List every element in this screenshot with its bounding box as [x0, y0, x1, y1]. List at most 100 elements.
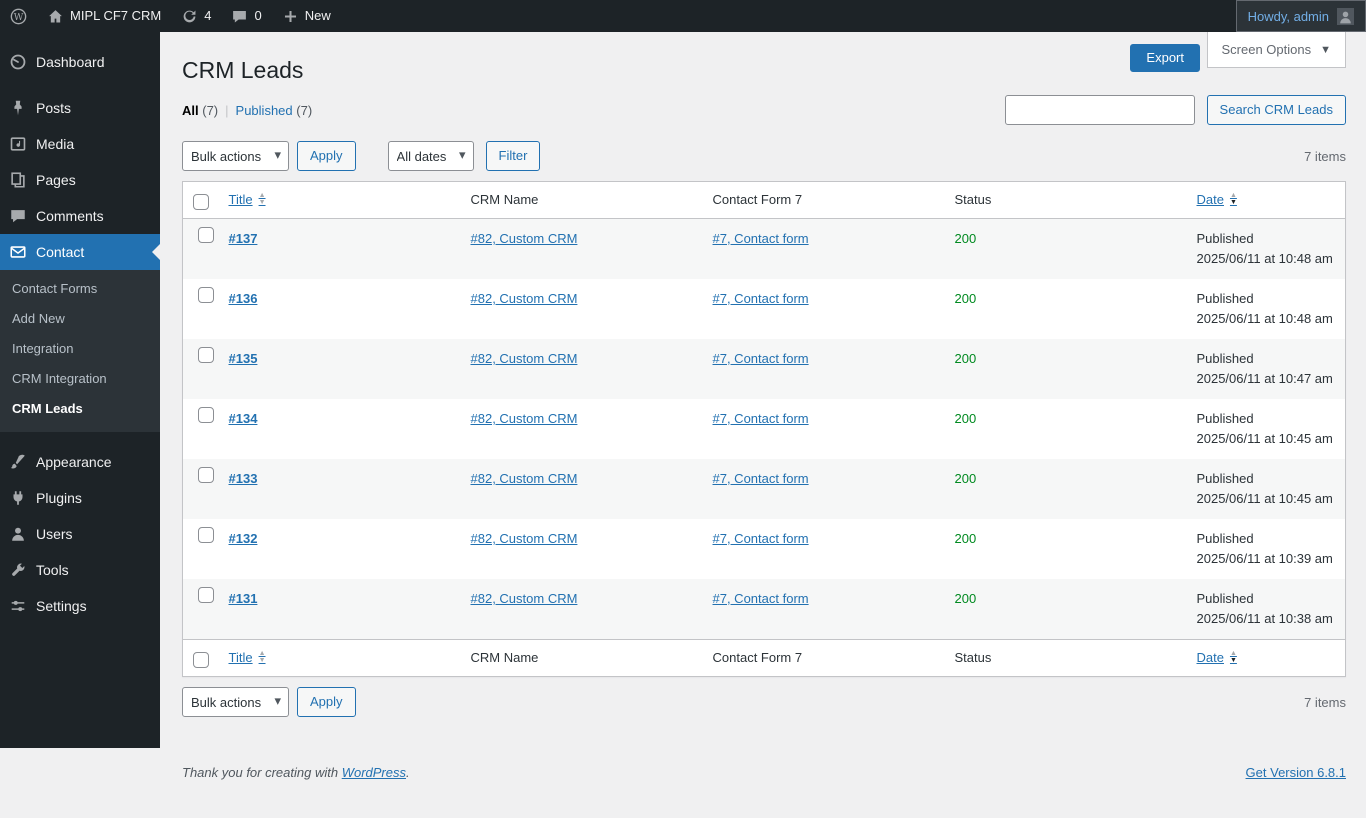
- bulk-actions-select-wrap-bottom: Bulk actions: [182, 687, 289, 717]
- comments-bubble-icon: [231, 8, 248, 25]
- date-filter-group: All dates Filter: [387, 141, 541, 171]
- crm-name-link[interactable]: #82, Custom CRM: [471, 471, 578, 486]
- dates-select[interactable]: All dates: [387, 141, 474, 171]
- lead-title-link[interactable]: #135: [229, 351, 258, 366]
- sort-arrows-icon: ▲ ▼: [258, 650, 266, 664]
- sidebar-item-contact-forms[interactable]: Contact Forms: [0, 274, 160, 304]
- sort-title-link-bottom[interactable]: Title ▲ ▼: [229, 649, 266, 667]
- select-all-checkbox-bottom[interactable]: [193, 651, 209, 668]
- sidebar-item-media[interactable]: Media: [0, 126, 160, 162]
- view-all-link[interactable]: All (7): [182, 103, 218, 118]
- updates-icon: [181, 8, 198, 25]
- wordpress-logo-menu[interactable]: W: [0, 0, 37, 32]
- sidebar-item-tools[interactable]: Tools: [0, 552, 160, 588]
- lead-title-link[interactable]: #131: [229, 591, 258, 606]
- table-row: #131 #82, Custom CRM #7, Contact form 20…: [182, 579, 1346, 640]
- export-button[interactable]: Export: [1130, 44, 1200, 72]
- sidebar-item-plugins[interactable]: Plugins: [0, 480, 160, 516]
- sidebar-item-crm-integration[interactable]: CRM Integration: [0, 364, 160, 394]
- plus-icon: [282, 8, 299, 25]
- menu-separator: [0, 432, 160, 444]
- crm-name-link[interactable]: #82, Custom CRM: [471, 591, 578, 606]
- sidebar-item-dashboard[interactable]: Dashboard: [0, 44, 160, 80]
- publish-date: 2025/06/11 at 10:48 am: [1196, 251, 1333, 266]
- table-footer-row: Title ▲ ▼ CRM Name Contact Form 7 Status D…: [182, 639, 1346, 677]
- sidebar-item-appearance[interactable]: Appearance: [0, 444, 160, 480]
- status-value: 200: [954, 471, 977, 486]
- row-checkbox[interactable]: [197, 227, 214, 243]
- sidebar-item-users[interactable]: Users: [0, 516, 160, 552]
- crm-name-link[interactable]: #82, Custom CRM: [471, 531, 578, 546]
- sidebar-item-pages[interactable]: Pages: [0, 162, 160, 198]
- apply-button-bottom[interactable]: Apply: [297, 687, 356, 717]
- apply-button[interactable]: Apply: [297, 141, 356, 171]
- media-icon: [8, 134, 28, 154]
- contact-form-link[interactable]: #7, Contact form: [713, 591, 809, 606]
- new-label: New: [304, 8, 331, 23]
- lead-title-link[interactable]: #137: [229, 231, 258, 246]
- crm-name-link[interactable]: #82, Custom CRM: [471, 231, 578, 246]
- sort-title-link[interactable]: Title ▲ ▼: [229, 191, 266, 209]
- row-checkbox[interactable]: [197, 467, 214, 483]
- bulk-actions-select[interactable]: Bulk actions: [182, 141, 289, 171]
- sidebar-item-posts[interactable]: Posts: [0, 90, 160, 126]
- site-name-label: MIPL CF7 CRM: [70, 8, 162, 23]
- row-checkbox[interactable]: [197, 347, 214, 363]
- row-checkbox[interactable]: [197, 587, 214, 603]
- avatar: [1337, 7, 1354, 25]
- updates-menu[interactable]: 4: [171, 0, 221, 32]
- sidebar-item-crm-leads[interactable]: CRM Leads: [0, 394, 160, 424]
- row-checkbox[interactable]: [197, 407, 214, 423]
- lead-title-link[interactable]: #133: [229, 471, 258, 486]
- sidebar-item-settings[interactable]: Settings: [0, 588, 160, 624]
- sidebar-item-add-new[interactable]: Add New: [0, 304, 160, 334]
- footer-thanks: Thank you for creating with WordPress.: [182, 765, 410, 780]
- status-value: 200: [954, 411, 977, 426]
- select-all-checkbox[interactable]: [193, 193, 209, 210]
- filter-button[interactable]: Filter: [485, 141, 541, 171]
- sidebar-label: Posts: [36, 100, 72, 116]
- contact-form-link[interactable]: #7, Contact form: [713, 291, 809, 306]
- bulk-actions-select-bottom[interactable]: Bulk actions: [182, 687, 289, 717]
- items-count: 7 items: [1304, 148, 1346, 164]
- screen-options-button[interactable]: Screen Options ▼: [1206, 32, 1346, 68]
- crm-name-link[interactable]: #82, Custom CRM: [471, 351, 578, 366]
- sidebar-item-contact[interactable]: Contact: [0, 234, 160, 270]
- contact-form-link[interactable]: #7, Contact form: [713, 351, 809, 366]
- contact-form-link[interactable]: #7, Contact form: [713, 471, 809, 486]
- lead-title-link[interactable]: #132: [229, 531, 258, 546]
- view-published-link[interactable]: Published (7): [236, 103, 313, 118]
- site-name-menu[interactable]: MIPL CF7 CRM: [37, 0, 171, 32]
- search-button[interactable]: Search CRM Leads: [1206, 95, 1346, 125]
- contact-form-link[interactable]: #7, Contact form: [713, 531, 809, 546]
- sort-date-link[interactable]: Date ▲ ▼: [1197, 191, 1237, 209]
- column-header-status: Status: [944, 181, 1187, 219]
- sort-date-link-bottom[interactable]: Date ▲ ▼: [1197, 649, 1237, 667]
- crm-name-link[interactable]: #82, Custom CRM: [471, 291, 578, 306]
- sidebar-label: Settings: [36, 598, 87, 614]
- get-version-link[interactable]: Get Version 6.8.1: [1246, 765, 1346, 780]
- crm-name-link[interactable]: #82, Custom CRM: [471, 411, 578, 426]
- table-row: #132 #82, Custom CRM #7, Contact form 20…: [183, 519, 1346, 579]
- sidebar-label: Media: [36, 136, 75, 152]
- search-input[interactable]: [1004, 95, 1195, 125]
- lead-title-link[interactable]: #134: [229, 411, 258, 426]
- sidebar-item-comments[interactable]: Comments: [0, 198, 160, 234]
- publish-date: 2025/06/11 at 10:45 am: [1196, 491, 1333, 506]
- account-menu[interactable]: Howdy, admin: [1235, 0, 1366, 32]
- comments-menu[interactable]: 0: [221, 0, 271, 32]
- publish-state: Published: [1196, 591, 1254, 606]
- admin-footer: Thank you for creating with WordPress. G…: [182, 765, 1346, 792]
- publish-date: 2025/06/11 at 10:45 am: [1196, 431, 1333, 446]
- contact-form-link[interactable]: #7, Contact form: [713, 411, 809, 426]
- wordpress-link[interactable]: WordPress: [342, 765, 406, 780]
- status-value: 200: [954, 291, 977, 306]
- wordpress-logo-icon: W: [10, 8, 27, 25]
- lead-title-link[interactable]: #136: [229, 291, 258, 306]
- sidebar-item-integration[interactable]: Integration: [0, 334, 160, 364]
- new-content-menu[interactable]: New: [272, 0, 341, 32]
- admin-bar: W MIPL CF7 CRM 4 0 New Howdy, admin: [0, 0, 1366, 32]
- row-checkbox[interactable]: [197, 527, 214, 543]
- contact-form-link[interactable]: #7, Contact form: [713, 231, 809, 246]
- row-checkbox[interactable]: [197, 287, 214, 303]
